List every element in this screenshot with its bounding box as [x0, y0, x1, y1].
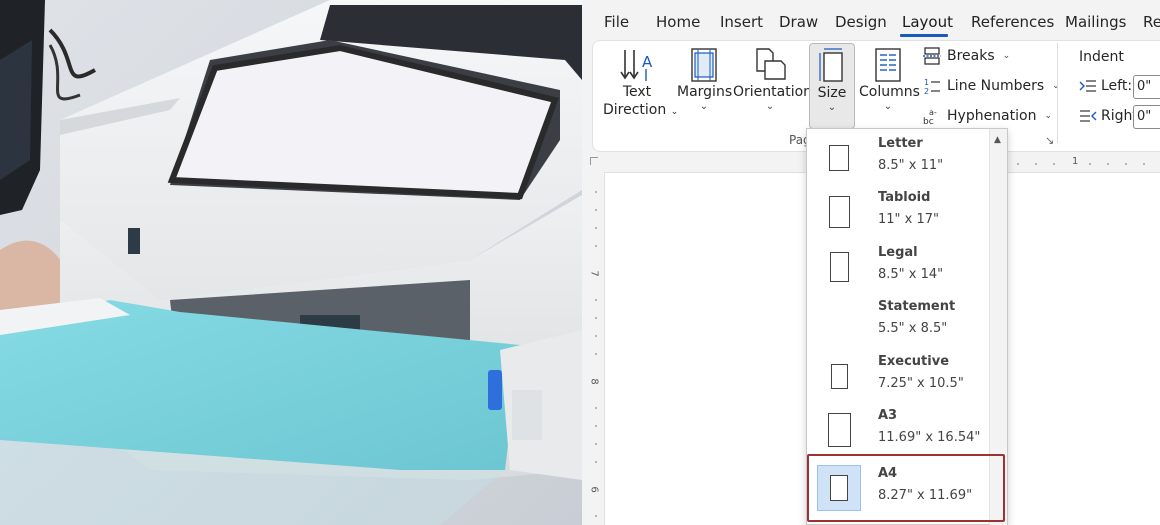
ruler-v-number-1: 7 — [588, 270, 600, 277]
breaks-chevron-icon: ⌄ — [1002, 51, 1011, 61]
tab-draw[interactable]: Draw — [779, 13, 818, 31]
hyphenation-label: Hyphenation — [947, 108, 1037, 124]
columns-button[interactable]: Columns ⌄ — [859, 47, 920, 113]
orientation-chevron-icon: ⌄ — [765, 101, 775, 112]
ruler-v-number-3: 6 — [588, 486, 600, 493]
indent-left-icon — [1079, 80, 1096, 92]
line-numbers-label: Line Numbers — [947, 78, 1045, 94]
text-direction-label-2: Direction ⌄ — [603, 102, 679, 118]
line-numbers-chevron-icon: ⌄ — [1052, 81, 1060, 91]
printer-photo — [0, 0, 582, 525]
breaks-icon — [923, 47, 941, 65]
breaks-button[interactable]: Breaks ⌄ — [923, 47, 1010, 65]
hyphenation-icon: a- bc — [923, 108, 937, 125]
text-direction-label-1: Text — [622, 84, 652, 100]
tab-file[interactable]: File — [604, 13, 629, 31]
indent-right-input[interactable]: 0" — [1133, 105, 1160, 129]
margins-chevron-icon: ⌄ — [699, 101, 709, 112]
size-option-name: Executive — [878, 354, 950, 369]
page-a3-icon — [817, 407, 861, 453]
printer-illustration — [0, 0, 582, 525]
indent-right-icon — [1080, 110, 1097, 122]
columns-icon — [875, 48, 901, 82]
orientation-button[interactable]: Orientation ⌄ — [733, 47, 813, 113]
hyphenation-chevron-icon: ⌄ — [1044, 111, 1053, 121]
tab-layout[interactable]: Layout — [902, 13, 953, 31]
active-tab-indicator — [900, 34, 948, 37]
svg-text:1: 1 — [924, 78, 929, 87]
dropdown-scrollbar[interactable]: ▲ — [989, 129, 1007, 525]
size-option-letter[interactable]: Letter 8.5" x 11" — [813, 131, 987, 185]
margins-button[interactable]: Margins ⌄ — [677, 47, 733, 113]
page-legal-icon — [817, 244, 861, 290]
size-chevron-icon: ⌄ — [827, 102, 837, 113]
page-a4-icon — [817, 465, 861, 511]
size-option-name: Legal — [878, 245, 918, 260]
size-button[interactable]: Size ⌄ — [809, 43, 855, 129]
margins-icon — [691, 48, 717, 82]
indent-left-label: Left: — [1101, 78, 1133, 94]
columns-label: Columns — [859, 84, 920, 100]
line-numbers-icon: 1 2 — [924, 78, 940, 95]
page-size-dropdown: ▲ Letter 8.5" x 11" Tabloid 11" x 17" Le… — [806, 128, 1008, 525]
hyphenation-button[interactable]: a- bc Hyphenation ⌄ — [923, 107, 1052, 125]
ribbon-group-separator — [1057, 43, 1058, 143]
size-option-name: Statement — [878, 299, 956, 314]
ruler-number: 1 — [1072, 156, 1079, 167]
orientation-icon — [756, 48, 786, 80]
tab-review[interactable]: Re — [1143, 13, 1160, 31]
page-executive-icon — [817, 353, 861, 399]
horizontal-ruler — [1017, 163, 1145, 165]
page-letter-icon — [817, 135, 861, 181]
scroll-up-icon[interactable]: ▲ — [994, 135, 1001, 145]
size-option-a3[interactable]: A3 11.69" x 16.54" — [813, 403, 987, 457]
page-statement-icon — [817, 298, 861, 344]
tab-references[interactable]: References — [971, 13, 1054, 31]
indent-left-row: Left: — [1079, 78, 1132, 94]
size-option-statement[interactable]: Statement 5.5" x 8.5" — [813, 294, 987, 348]
line-numbers-button[interactable]: 1 2 Line Numbers ⌄ — [923, 77, 1060, 95]
size-label: Size — [817, 85, 847, 101]
page-size-icon — [819, 48, 843, 82]
ruler-v-number-2: 8 — [588, 378, 600, 385]
size-option-name: A4 — [878, 466, 898, 481]
size-option-dims: 11.69" x 16.54" — [878, 430, 981, 445]
breaks-label: Breaks — [947, 48, 995, 64]
size-option-dims: 8.5" x 11" — [878, 158, 944, 173]
margins-label: Margins — [677, 84, 733, 100]
svg-text:a-: a- — [929, 108, 937, 117]
indent-title: Indent — [1079, 49, 1124, 65]
ribbon-tab-bar: File Home Insert Draw Design Layout Refe… — [582, 0, 1160, 40]
size-option-name: Letter — [878, 136, 923, 151]
size-option-dims: 5.5" x 8.5" — [878, 321, 948, 336]
size-option-tabloid[interactable]: Tabloid 11" x 17" — [813, 185, 987, 239]
ruler-corner — [590, 157, 598, 165]
text-direction-icon: A — [620, 50, 653, 81]
size-option-name: A3 — [878, 408, 898, 423]
columns-chevron-icon: ⌄ — [883, 101, 893, 112]
tab-insert[interactable]: Insert — [720, 13, 763, 31]
size-option-executive[interactable]: Executive 7.25" x 10.5" — [813, 349, 987, 403]
size-option-legal[interactable]: Legal 8.5" x 14" — [813, 240, 987, 294]
size-option-dims: 8.5" x 14" — [878, 267, 944, 282]
page-tabloid-icon — [817, 189, 861, 235]
indent-left-input[interactable]: 0" — [1133, 75, 1160, 99]
tab-home[interactable]: Home — [656, 13, 700, 31]
dialog-launcher-icon[interactable]: ↘ — [1045, 134, 1054, 147]
size-option-a4[interactable]: A4 8.27" x 11.69" — [813, 461, 987, 515]
orientation-label: Orientation — [733, 84, 813, 100]
text-direction-button[interactable]: A Text Direction ⌄ — [603, 47, 679, 121]
size-option-dims: 11" x 17" — [878, 212, 940, 227]
size-option-name: Tabloid — [878, 190, 931, 205]
tab-design[interactable]: Design — [835, 13, 887, 31]
size-option-dims: 7.25" x 10.5" — [878, 376, 964, 391]
svg-text:A: A — [642, 53, 653, 71]
svg-text:2: 2 — [924, 87, 929, 95]
svg-text:bc: bc — [923, 117, 934, 125]
vertical-ruler: 7 8 6 — [588, 178, 604, 525]
word-window: File Home Insert Draw Design Layout Refe… — [582, 0, 1160, 525]
tab-mailings[interactable]: Mailings — [1065, 13, 1126, 31]
size-option-dims: 8.27" x 11.69" — [878, 488, 973, 503]
